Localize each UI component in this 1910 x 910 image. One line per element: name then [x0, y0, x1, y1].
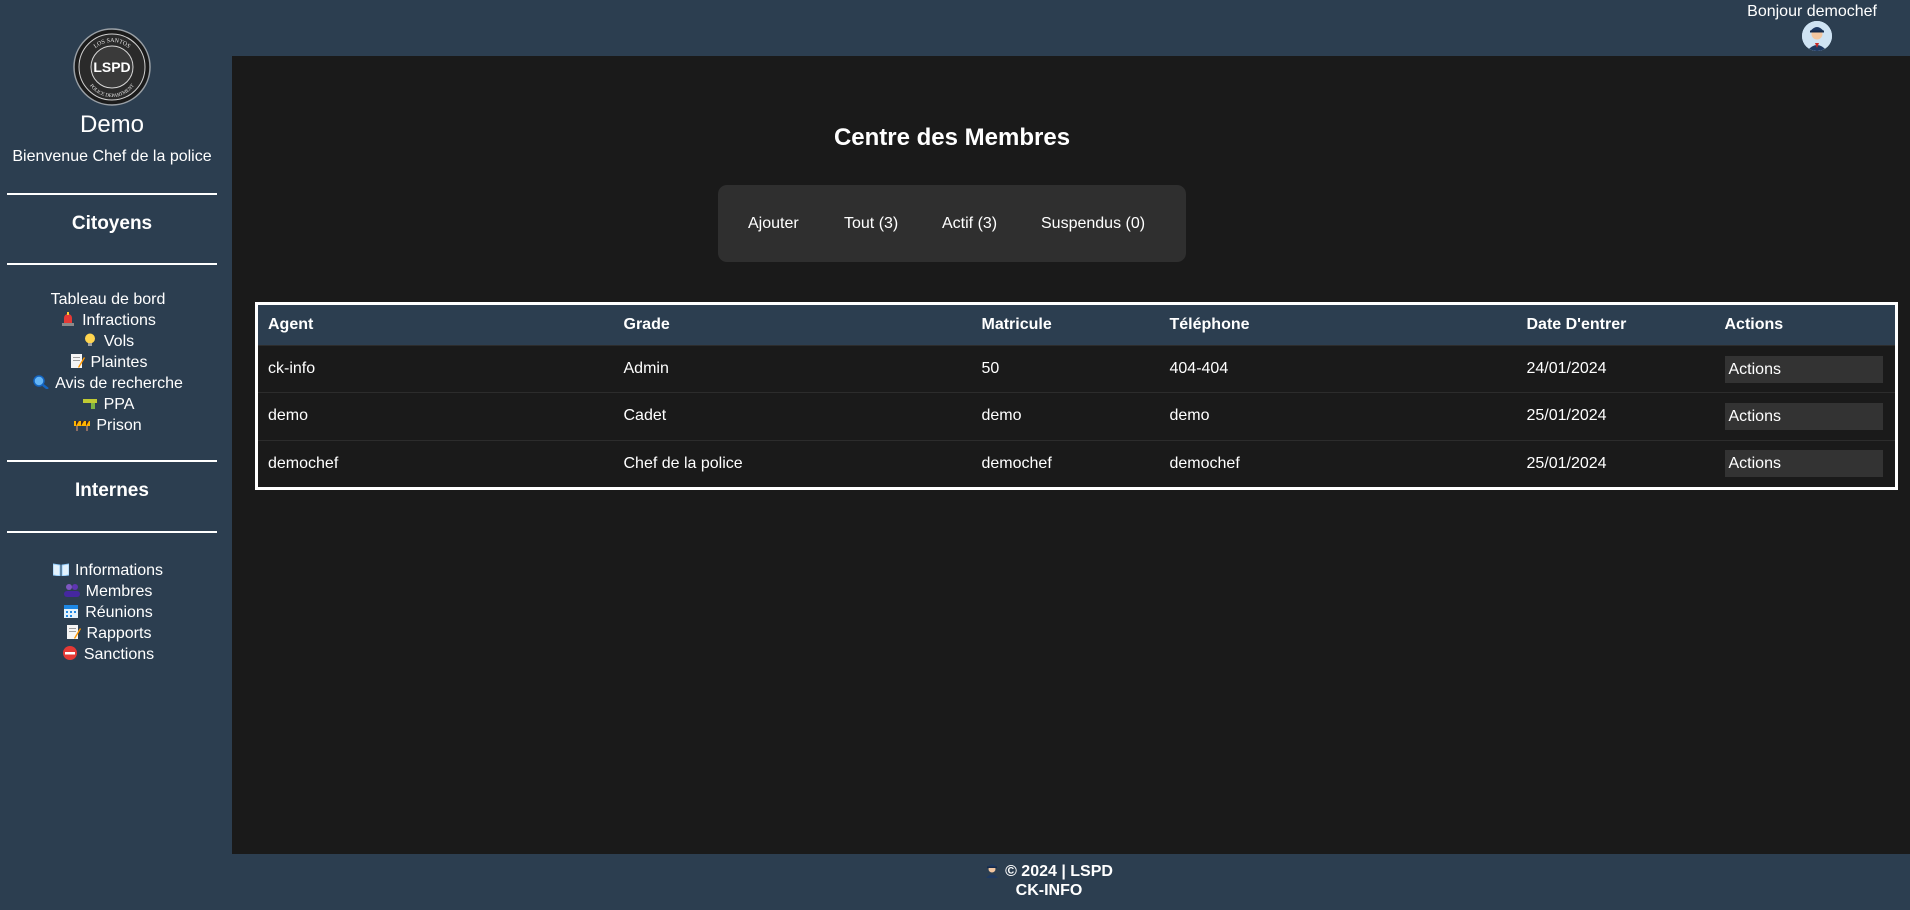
footer-line-1: © 2024 | LSPD [1005, 863, 1113, 880]
sidebar-divider [7, 531, 217, 533]
sidebar-item-membres[interactable]: Membres [0, 581, 216, 602]
sidebar-divider [7, 460, 217, 462]
cell-matricule: demochef [971, 439, 1160, 489]
cell-actions: Actions [1714, 392, 1897, 441]
actions-button[interactable]: Actions [1724, 402, 1883, 430]
column-header-matricule: Matricule [971, 303, 1160, 346]
members-table: Agent Grade Matricule Téléphone Date D'e… [255, 302, 1898, 490]
footer: © 2024 | LSPD CK-INFO [0, 854, 1910, 910]
sidebar-item-informations[interactable]: Informations [0, 560, 216, 581]
police-officer-avatar-icon [1802, 21, 1832, 51]
lspd-badge-logo: LOS SANTOS POLICE DEPARTMENT LSPD [73, 28, 151, 106]
book-icon [52, 563, 69, 576]
barrier-icon [74, 421, 91, 431]
sidebar-item-label: Plaintes [90, 354, 148, 371]
sidebar-item-rapports[interactable]: Rapports [0, 623, 216, 644]
sidebar-item-prison[interactable]: Prison [0, 415, 216, 436]
sidebar-item-label: Tableau de bord [50, 291, 166, 308]
calendar-icon [64, 605, 79, 618]
cell-agent: demo [256, 392, 614, 441]
user-greeting: Bonjour demochef [1747, 3, 1877, 20]
police-officer-icon [986, 864, 999, 878]
top-bar: Bonjour demochef [232, 0, 1910, 56]
table-row: ck-info Admin 50 404-404 24/01/2024 Acti… [256, 344, 1897, 393]
lightbulb-icon [84, 333, 95, 346]
sidebar-item-label: Réunions [85, 604, 153, 621]
table-row: demo Cadet demo demo 25/01/2024 Actions [256, 392, 1897, 441]
table-row: demochef Chef de la police demochef demo… [256, 439, 1897, 489]
filter-all-button[interactable]: Tout (3) [844, 185, 898, 262]
siren-icon [62, 312, 75, 326]
filter-active-button[interactable]: Actif (3) [942, 185, 997, 262]
sidebar-item-vols[interactable]: Vols [0, 331, 216, 352]
no-entry-icon [62, 646, 77, 660]
memo-icon [66, 625, 81, 639]
cell-date: 25/01/2024 [1516, 439, 1715, 489]
sidebar-divider [7, 263, 217, 265]
cell-date: 24/01/2024 [1516, 344, 1715, 393]
actions-button[interactable]: Actions [1724, 355, 1883, 383]
cell-actions: Actions [1714, 344, 1897, 393]
nav-list-internes: Informations Membres Réunions Rapports S… [0, 560, 216, 665]
cell-matricule: 50 [971, 344, 1160, 393]
nav-list-citoyens: Tableau de bord Infractions Vols Plainte… [0, 289, 216, 436]
cell-grade: Cadet [613, 392, 972, 441]
gun-icon [82, 399, 97, 409]
cell-agent: ck-info [256, 344, 614, 393]
welcome-message: Bienvenue Chef de la police [12, 148, 212, 165]
sidebar-item-tableau-de-bord[interactable]: Tableau de bord [0, 289, 216, 310]
column-header-telephone: Téléphone [1159, 303, 1517, 346]
footer-credit: CK-INFO [1015, 882, 1083, 899]
sidebar-item-infractions[interactable]: Infractions [0, 310, 216, 331]
table-header-row: Agent Grade Matricule Téléphone Date D'e… [256, 303, 1897, 346]
cell-actions: Actions [1714, 439, 1897, 489]
sidebar-item-label: Vols [103, 333, 135, 350]
filter-suspended-button[interactable]: Suspendus (0) [1041, 185, 1145, 262]
sidebar-item-label: PPA [103, 396, 135, 413]
magnifier-icon [33, 375, 49, 389]
cell-grade: Admin [613, 344, 972, 393]
cell-agent: demochef [256, 439, 614, 489]
page-title: Centre des Membres [833, 124, 1071, 151]
sidebar-item-label: Infractions [82, 312, 156, 329]
actions-button[interactable]: Actions [1724, 450, 1883, 478]
sidebar-item-avis-de-recherche[interactable]: Avis de recherche [0, 373, 216, 394]
memo-icon [70, 354, 85, 368]
people-icon [63, 584, 80, 597]
column-header-grade: Grade [613, 303, 972, 346]
filter-bar: Ajouter Tout (3) Actif (3) Suspendus (0) [718, 185, 1186, 262]
cell-telephone: demochef [1159, 439, 1517, 489]
column-header-agent: Agent [256, 303, 614, 346]
sidebar: LOS SANTOS POLICE DEPARTMENT LSPD Demo B… [0, 0, 232, 854]
site-name: Demo [79, 111, 145, 138]
sidebar-item-label: Informations [74, 562, 164, 579]
section-title-internes: Internes [75, 480, 149, 501]
cell-matricule: demo [971, 392, 1160, 441]
footer-copyright: © 2024 | LSPD [0, 862, 1910, 882]
sidebar-item-label: Membres [85, 583, 153, 600]
sidebar-item-label: Prison [96, 417, 142, 434]
sidebar-item-label: Sanctions [83, 646, 155, 663]
main-content: Centre des Membres Ajouter Tout (3) Acti… [232, 56, 1910, 854]
sidebar-item-plaintes[interactable]: Plaintes [0, 352, 216, 373]
sidebar-item-reunions[interactable]: Réunions [0, 602, 216, 623]
cell-grade: Chef de la police [613, 439, 972, 489]
app-root: LOS SANTOS POLICE DEPARTMENT LSPD Demo B… [0, 0, 1910, 910]
column-header-date: Date D'entrer [1516, 303, 1715, 346]
cell-telephone: 404-404 [1159, 344, 1517, 393]
sidebar-item-sanctions[interactable]: Sanctions [0, 644, 216, 665]
section-title-citoyens: Citoyens [71, 213, 153, 234]
sidebar-divider [7, 193, 217, 195]
logo-center-text: LSPD [93, 59, 130, 75]
cell-telephone: demo [1159, 392, 1517, 441]
sidebar-item-ppa[interactable]: PPA [0, 394, 216, 415]
sidebar-item-label: Avis de recherche [55, 375, 183, 392]
cell-date: 25/01/2024 [1516, 392, 1715, 441]
sidebar-item-label: Rapports [86, 625, 152, 642]
add-member-button[interactable]: Ajouter [748, 185, 799, 262]
column-header-actions: Actions [1714, 303, 1897, 346]
user-avatar[interactable] [1802, 21, 1832, 51]
